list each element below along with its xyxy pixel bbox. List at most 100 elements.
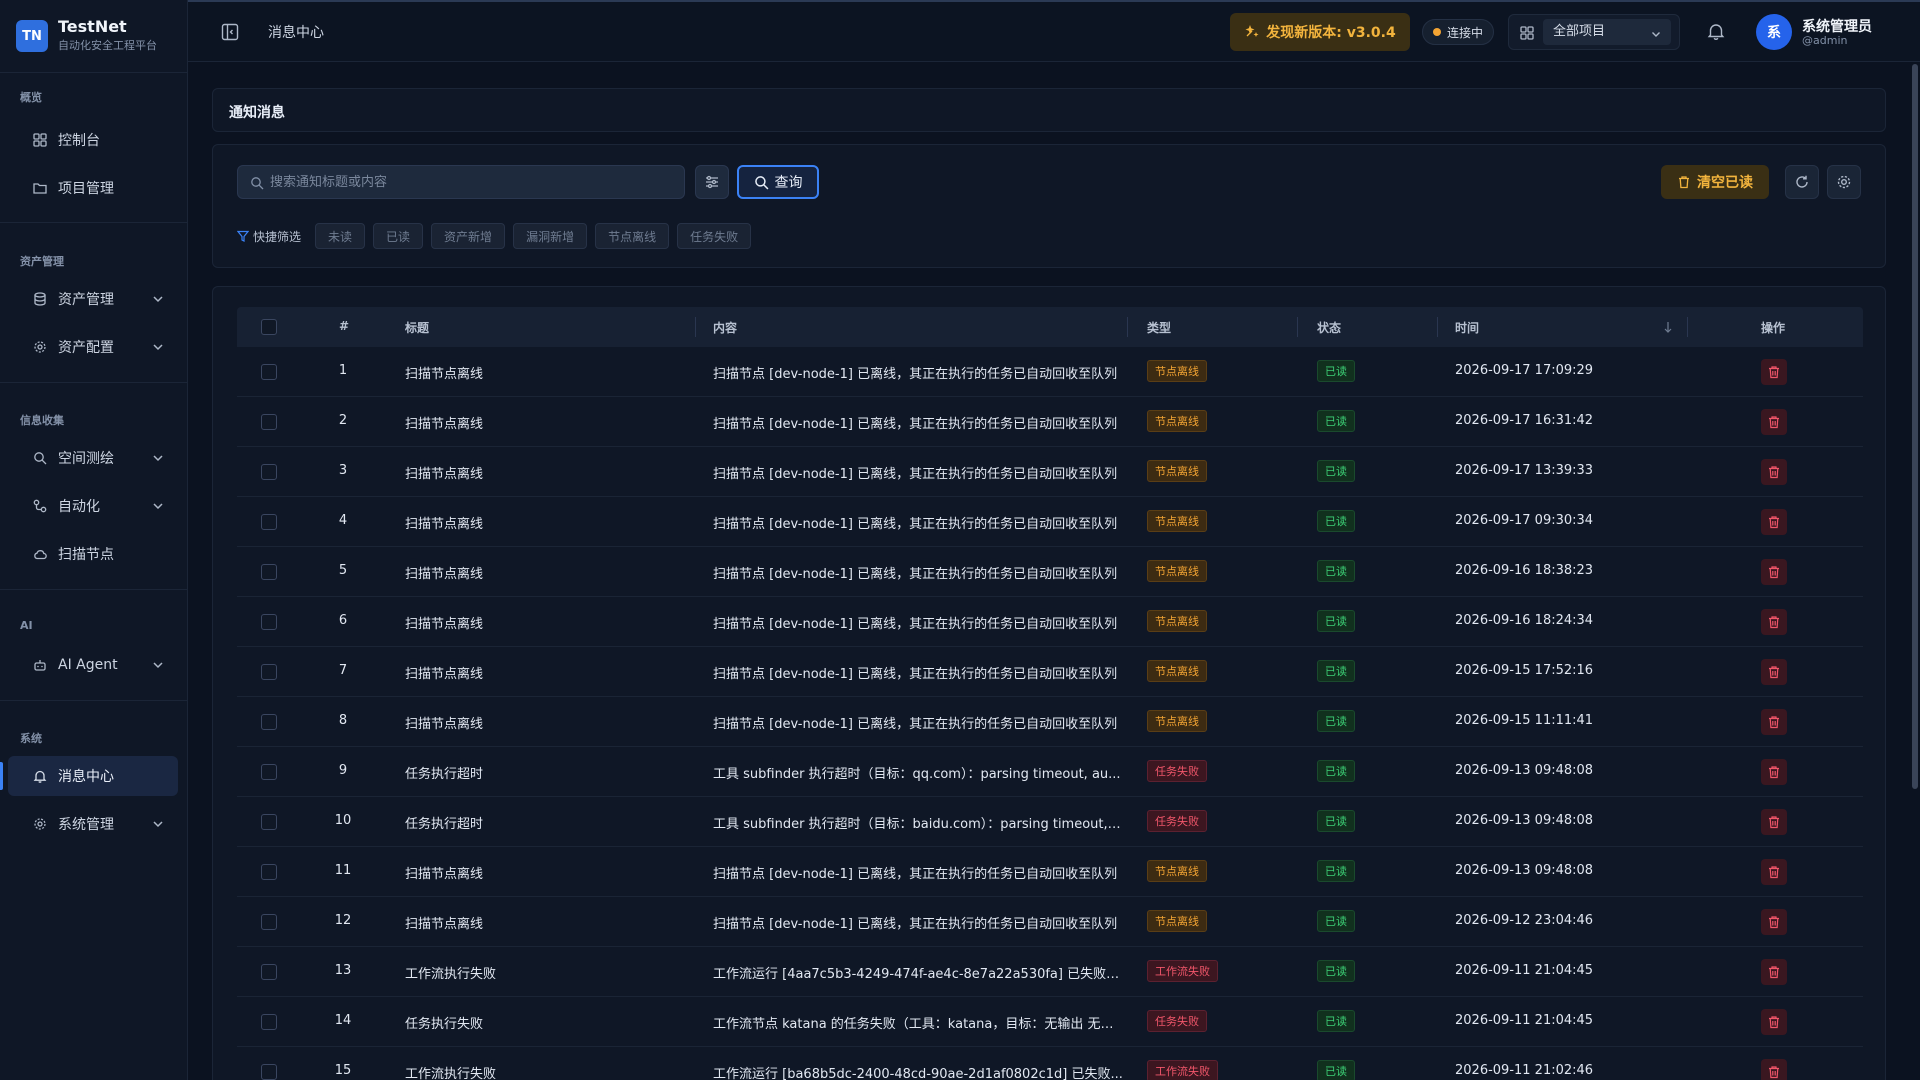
row-content[interactable]: 工作流节点 katana 的任务失败（工具：katana，目标：无输出 无输..… bbox=[713, 1013, 1123, 1032]
notification-bell-icon[interactable] bbox=[1706, 21, 1726, 41]
sort-arrow-icon[interactable] bbox=[1663, 320, 1673, 338]
row-checkbox[interactable] bbox=[261, 1014, 277, 1030]
table-row[interactable]: 4 扫描节点离线 扫描节点 [dev-node-1] 已离线，其正在执行的任务已自动… bbox=[237, 497, 1863, 547]
row-checkbox[interactable] bbox=[261, 914, 277, 930]
row-checkbox[interactable] bbox=[261, 964, 277, 980]
search-input[interactable] bbox=[270, 166, 670, 198]
row-checkbox[interactable] bbox=[261, 814, 277, 830]
row-content[interactable]: 扫描节点 [dev-node-1] 已离线，其正在执行的任务已自动回收至队列 bbox=[713, 413, 1123, 432]
row-title[interactable]: 扫描节点离线 bbox=[405, 413, 483, 432]
sidebar-item-dashboard[interactable]: 控制台 bbox=[8, 120, 178, 160]
query-button[interactable]: 查询 bbox=[737, 165, 819, 199]
delete-button[interactable] bbox=[1761, 709, 1787, 735]
row-title[interactable]: 工作流执行失败 bbox=[405, 963, 496, 982]
delete-button[interactable] bbox=[1761, 909, 1787, 935]
column-separator[interactable] bbox=[1437, 317, 1438, 337]
table-row[interactable]: 5 扫描节点离线 扫描节点 [dev-node-1] 已离线，其正在执行的任务已自动… bbox=[237, 547, 1863, 597]
sidebar-item-space-mapping[interactable]: 空间测绘 bbox=[8, 438, 178, 478]
delete-button[interactable] bbox=[1761, 359, 1787, 385]
row-content[interactable]: 扫描节点 [dev-node-1] 已离线，其正在执行的任务已自动回收至队列 bbox=[713, 913, 1123, 932]
row-content[interactable]: 工具 subfinder 执行超时（目标：qq.com）：parsing tim… bbox=[713, 763, 1123, 782]
row-checkbox[interactable] bbox=[261, 764, 277, 780]
delete-button[interactable] bbox=[1761, 509, 1787, 535]
page-scrollbar-thumb[interactable] bbox=[1912, 64, 1918, 789]
column-separator[interactable] bbox=[1127, 317, 1128, 337]
row-checkbox[interactable] bbox=[261, 364, 277, 380]
column-header-time[interactable]: 时间 bbox=[1455, 319, 1479, 336]
sidebar-item-ai-agent[interactable]: AI Agent bbox=[8, 645, 178, 685]
row-title[interactable]: 扫描节点离线 bbox=[405, 463, 483, 482]
row-title[interactable]: 扫描节点离线 bbox=[405, 563, 483, 582]
row-title[interactable]: 扫描节点离线 bbox=[405, 863, 483, 882]
filter-chip-asset-new[interactable]: 资产新增 bbox=[431, 223, 506, 249]
delete-button[interactable] bbox=[1761, 1009, 1787, 1035]
column-separator[interactable] bbox=[695, 317, 696, 337]
filter-chip-read[interactable]: 已读 bbox=[373, 223, 424, 249]
row-checkbox[interactable] bbox=[261, 514, 277, 530]
row-title[interactable]: 工作流执行失败 bbox=[405, 1063, 496, 1080]
table-row[interactable]: 15 工作流执行失败 工作流运行 [ba68b5dc-2400-48cd-90ae-… bbox=[237, 1047, 1863, 1080]
user-name[interactable]: 系统管理员 bbox=[1802, 16, 1872, 36]
row-title[interactable]: 扫描节点离线 bbox=[405, 663, 483, 682]
row-content[interactable]: 扫描节点 [dev-node-1] 已离线，其正在执行的任务已自动回收至队列 bbox=[713, 613, 1123, 632]
delete-button[interactable] bbox=[1761, 809, 1787, 835]
row-content[interactable]: 工具 subfinder 执行超时（目标：baidu.com）：parsing … bbox=[713, 813, 1123, 832]
clear-read-button[interactable]: 清空已读 bbox=[1661, 165, 1769, 199]
row-content[interactable]: 扫描节点 [dev-node-1] 已离线，其正在执行的任务已自动回收至队列 bbox=[713, 563, 1123, 582]
table-row[interactable]: 10 任务执行超时 工具 subfinder 执行超时（目标：baidu.com）：… bbox=[237, 797, 1863, 847]
row-checkbox[interactable] bbox=[261, 614, 277, 630]
refresh-button[interactable] bbox=[1785, 165, 1819, 199]
delete-button[interactable] bbox=[1761, 759, 1787, 785]
filter-chip-vuln-new[interactable]: 漏洞新增 bbox=[513, 223, 588, 249]
row-title[interactable]: 扫描节点离线 bbox=[405, 513, 483, 532]
table-row[interactable]: 3 扫描节点离线 扫描节点 [dev-node-1] 已离线，其正在执行的任务已自动… bbox=[237, 447, 1863, 497]
settings-button[interactable] bbox=[1827, 165, 1861, 199]
avatar[interactable]: 系 bbox=[1756, 14, 1792, 50]
column-separator[interactable] bbox=[1297, 317, 1298, 337]
sidebar-item-scan-nodes[interactable]: 扫描节点 bbox=[8, 534, 178, 574]
sidebar-item-asset-management[interactable]: 资产管理 bbox=[8, 279, 178, 319]
brand[interactable]: TN TestNet 自动化安全工程平台 bbox=[16, 18, 157, 54]
row-checkbox[interactable] bbox=[261, 714, 277, 730]
row-content[interactable]: 扫描节点 [dev-node-1] 已离线，其正在执行的任务已自动回收至队列 bbox=[713, 363, 1123, 382]
sidebar-item-asset-config[interactable]: 资产配置 bbox=[8, 327, 178, 367]
delete-button[interactable] bbox=[1761, 609, 1787, 635]
filter-chip-node-offline[interactable]: 节点离线 bbox=[595, 223, 670, 249]
row-checkbox[interactable] bbox=[261, 664, 277, 680]
column-header-status[interactable]: 状态 bbox=[1317, 319, 1341, 336]
table-row[interactable]: 1 扫描节点离线 扫描节点 [dev-node-1] 已离线，其正在执行的任务已自动… bbox=[237, 347, 1863, 397]
project-select[interactable]: 全部项目 bbox=[1543, 19, 1671, 45]
table-row[interactable]: 7 扫描节点离线 扫描节点 [dev-node-1] 已离线，其正在执行的任务已自动… bbox=[237, 647, 1863, 697]
update-available-button[interactable]: 发现新版本: v3.0.4 bbox=[1230, 13, 1410, 51]
table-row[interactable]: 6 扫描节点离线 扫描节点 [dev-node-1] 已离线，其正在执行的任务已自动… bbox=[237, 597, 1863, 647]
table-row[interactable]: 12 扫描节点离线 扫描节点 [dev-node-1] 已离线，其正在执行的任务已自… bbox=[237, 897, 1863, 947]
row-content[interactable]: 扫描节点 [dev-node-1] 已离线，其正在执行的任务已自动回收至队列 bbox=[713, 663, 1123, 682]
table-row[interactable]: 11 扫描节点离线 扫描节点 [dev-node-1] 已离线，其正在执行的任务已自… bbox=[237, 847, 1863, 897]
row-content[interactable]: 工作流运行 [ba68b5dc-2400-48cd-90ae-2d1af0802… bbox=[713, 1063, 1123, 1080]
row-checkbox[interactable] bbox=[261, 414, 277, 430]
row-title[interactable]: 扫描节点离线 bbox=[405, 713, 483, 732]
row-title[interactable]: 任务执行超时 bbox=[405, 763, 483, 782]
row-checkbox[interactable] bbox=[261, 464, 277, 480]
delete-button[interactable] bbox=[1761, 559, 1787, 585]
row-content[interactable]: 扫描节点 [dev-node-1] 已离线，其正在执行的任务已自动回收至队列 bbox=[713, 713, 1123, 732]
row-title[interactable]: 扫描节点离线 bbox=[405, 613, 483, 632]
delete-button[interactable] bbox=[1761, 959, 1787, 985]
column-header-content[interactable]: 内容 bbox=[713, 319, 737, 336]
delete-button[interactable] bbox=[1761, 1059, 1787, 1080]
row-content[interactable]: 扫描节点 [dev-node-1] 已离线，其正在执行的任务已自动回收至队列 bbox=[713, 513, 1123, 532]
table-row[interactable]: 2 扫描节点离线 扫描节点 [dev-node-1] 已离线，其正在执行的任务已自动… bbox=[237, 397, 1863, 447]
sidebar-item-message-center[interactable]: 消息中心 bbox=[8, 756, 178, 796]
row-title[interactable]: 任务执行失败 bbox=[405, 1013, 483, 1032]
filter-chip-unread[interactable]: 未读 bbox=[315, 223, 366, 249]
row-title[interactable]: 任务执行超时 bbox=[405, 813, 483, 832]
sidebar-item-projects[interactable]: 项目管理 bbox=[8, 168, 178, 208]
column-header-type[interactable]: 类型 bbox=[1147, 319, 1171, 336]
sidebar-toggle-icon[interactable] bbox=[220, 22, 240, 42]
delete-button[interactable] bbox=[1761, 659, 1787, 685]
row-checkbox[interactable] bbox=[261, 1064, 277, 1080]
delete-button[interactable] bbox=[1761, 859, 1787, 885]
column-header-title[interactable]: 标题 bbox=[405, 319, 429, 336]
row-content[interactable]: 扫描节点 [dev-node-1] 已离线，其正在执行的任务已自动回收至队列 bbox=[713, 863, 1123, 882]
row-title[interactable]: 扫描节点离线 bbox=[405, 363, 483, 382]
